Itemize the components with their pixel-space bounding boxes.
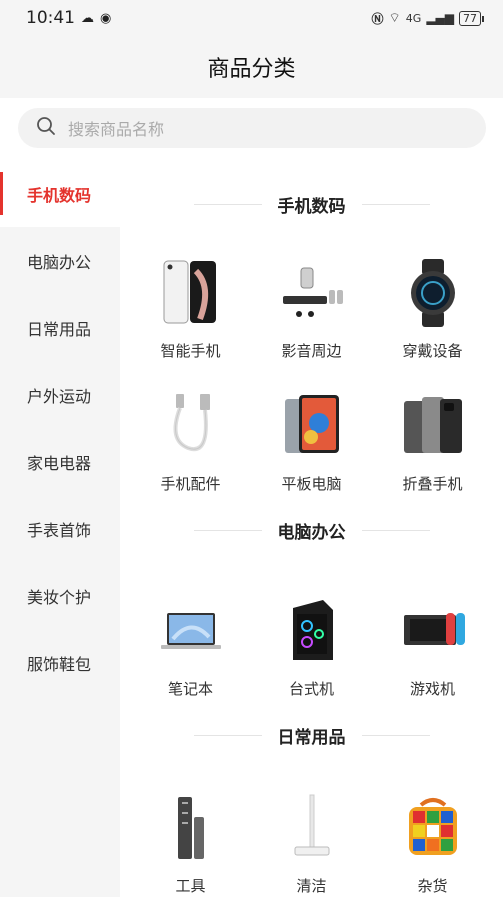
category-smartphone[interactable]: 智能手机	[130, 234, 251, 367]
search-input[interactable]: 搜索商品名称	[18, 108, 486, 148]
divider	[361, 529, 430, 531]
section-title-text: 日常用品	[277, 727, 346, 748]
section-title-text: 手机数码	[277, 196, 346, 217]
laptop-icon	[155, 592, 227, 670]
status-bar: 10:41 ☁ ◉ Ⓝ ⌔ 4G ▂▄▆ 77	[0, 0, 503, 36]
nfc-icon: Ⓝ	[371, 11, 384, 26]
status-right: Ⓝ ⌔ 4G ▂▄▆ 77	[371, 10, 484, 27]
category-label: 平板电脑	[281, 475, 342, 493]
category-label: 清洁	[296, 877, 327, 895]
category-laptop[interactable]: 笔记本	[130, 560, 251, 705]
sidebar-item-appliances[interactable]: 家电电器	[0, 428, 120, 495]
divider	[361, 734, 430, 736]
category-label: 杂货	[417, 877, 448, 895]
signal-icon: ▂▄▆	[426, 11, 454, 25]
category-tablet[interactable]: 平板电脑	[251, 367, 372, 500]
category-label: 工具	[175, 877, 206, 895]
sidebar-item-outdoor[interactable]: 户外运动	[0, 361, 120, 428]
status-time: 10:41	[26, 8, 75, 28]
section-title-text: 电脑办公	[277, 522, 346, 543]
smartphone-icon	[155, 254, 227, 332]
sidebar-item-phones[interactable]: 手机数码	[0, 160, 120, 227]
eye-icon: ◉	[100, 10, 112, 26]
category-desktop[interactable]: 台式机	[251, 560, 372, 705]
category-sidebar: 手机数码 电脑办公 日常用品 户外运动 家电电器 手表首饰 美妆个护 服饰鞋包	[0, 160, 120, 897]
page-header: 商品分类	[0, 36, 503, 98]
mop-icon	[276, 789, 348, 867]
search-area: 搜索商品名称	[0, 98, 503, 160]
divider	[361, 203, 430, 205]
category-misc[interactable]: 杂货	[372, 765, 493, 897]
battery-level: 77	[463, 11, 477, 25]
sidebar-item-label: 日常用品	[27, 319, 92, 339]
divider	[193, 203, 262, 205]
sidebar-item-label: 电脑办公	[27, 252, 92, 272]
sidebar-item-jewelry[interactable]: 手表首饰	[0, 495, 120, 562]
section-title: 电脑办公	[120, 500, 503, 560]
category-content: 手机数码 智能手机 影音周边 穿戴设备 手机配件 平板电脑 折叠手机 电脑办公 …	[120, 160, 503, 897]
speaker-icon	[276, 254, 348, 332]
sidebar-item-daily[interactable]: 日常用品	[0, 294, 120, 361]
foldable-phone-icon	[397, 387, 469, 465]
category-label: 手机配件	[160, 475, 221, 493]
category-label: 笔记本	[167, 680, 213, 698]
desktop-pc-icon	[276, 592, 348, 670]
game-console-icon	[397, 592, 469, 670]
battery-icon: 77	[459, 10, 484, 26]
category-console[interactable]: 游戏机	[372, 560, 493, 705]
category-grid: 工具 清洁 杂货	[120, 765, 503, 897]
rubiks-cube-speaker-icon	[397, 789, 469, 867]
page-title: 商品分类	[207, 57, 296, 82]
category-label: 穿戴设备	[402, 342, 463, 360]
status-left: 10:41 ☁ ◉	[26, 8, 111, 28]
category-label: 智能手机	[160, 342, 221, 360]
category-accessories[interactable]: 手机配件	[130, 367, 251, 500]
category-cleaning[interactable]: 清洁	[251, 765, 372, 897]
sidebar-item-label: 服饰鞋包	[27, 654, 92, 674]
tablet-icon	[276, 387, 348, 465]
category-label: 台式机	[288, 680, 334, 698]
cloud-icon: ☁	[81, 10, 94, 26]
divider	[193, 529, 262, 531]
usb-cable-icon	[155, 387, 227, 465]
sidebar-item-computers[interactable]: 电脑办公	[0, 227, 120, 294]
category-foldable[interactable]: 折叠手机	[372, 367, 493, 500]
category-label: 影音周边	[281, 342, 342, 360]
section-title: 手机数码	[120, 174, 503, 234]
sidebar-item-label: 家电电器	[27, 453, 92, 473]
wifi-icon: ⌔	[388, 11, 401, 26]
sidebar-item-label: 手机数码	[27, 185, 92, 205]
category-tools[interactable]: 工具	[130, 765, 251, 897]
sidebar-item-fashion[interactable]: 服饰鞋包	[0, 629, 120, 696]
sidebar-item-label: 户外运动	[27, 386, 92, 406]
divider	[193, 734, 262, 736]
search-placeholder: 搜索商品名称	[68, 120, 165, 139]
sidebar-item-beauty[interactable]: 美妆个护	[0, 562, 120, 629]
sidebar-item-label: 美妆个护	[27, 587, 92, 607]
section-title: 日常用品	[120, 705, 503, 765]
category-grid: 笔记本 台式机 游戏机	[120, 560, 503, 705]
category-label: 游戏机	[409, 680, 455, 698]
sidebar-item-label: 手表首饰	[27, 520, 92, 540]
network-type: 4G	[405, 11, 422, 25]
category-wearables[interactable]: 穿戴设备	[372, 234, 493, 367]
search-icon	[36, 116, 56, 140]
smartwatch-icon	[397, 254, 469, 332]
category-grid: 智能手机 影音周边 穿戴设备 手机配件 平板电脑 折叠手机	[120, 234, 503, 500]
category-audio[interactable]: 影音周边	[251, 234, 372, 367]
category-label: 折叠手机	[402, 475, 463, 493]
screwdriver-kit-icon	[155, 789, 227, 867]
